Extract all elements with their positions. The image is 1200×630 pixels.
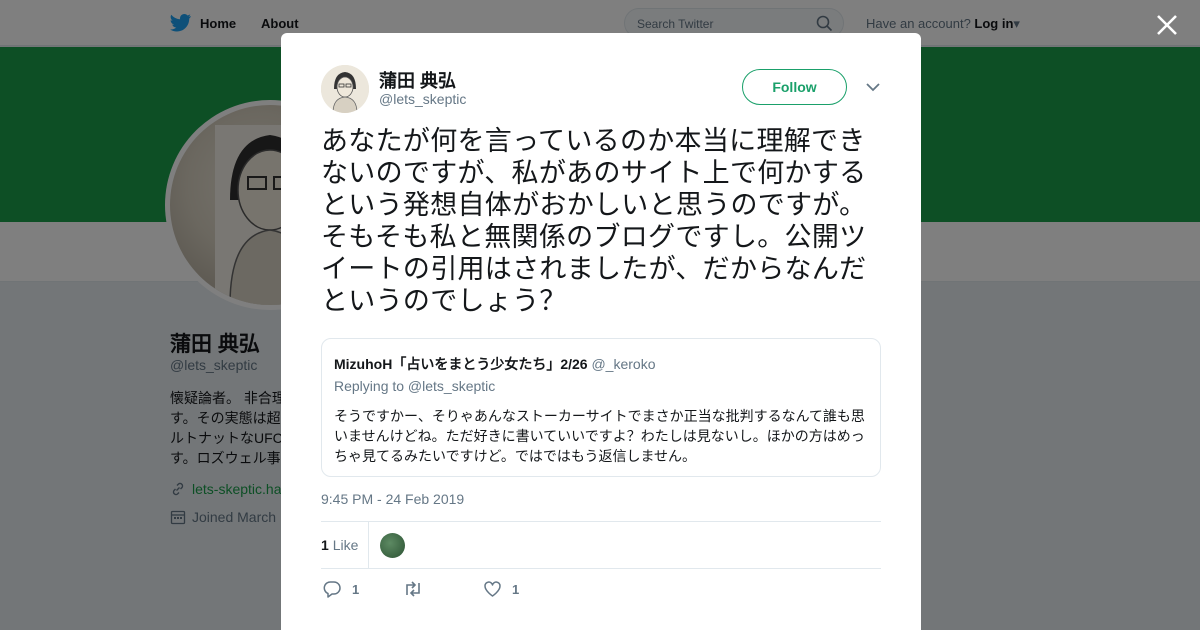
follow-button[interactable]: Follow xyxy=(742,69,847,105)
retweet-button[interactable] xyxy=(402,580,434,598)
close-icon[interactable] xyxy=(1154,12,1180,38)
reply-icon xyxy=(323,581,341,598)
quoted-author: MizuhoH「占いをまとう少女たち」2/26 @_keroko xyxy=(334,354,656,374)
tweet-timestamp[interactable]: 9:45 PM - 24 Feb 2019 xyxy=(321,491,464,507)
tweet-modal: 蒲田 典弘 @lets_skeptic Follow あなたが何を言っているのか… xyxy=(281,33,921,630)
reply-button[interactable]: 1 xyxy=(323,580,359,598)
like-stat-count: 1 xyxy=(321,537,329,553)
author-handle[interactable]: @lets_skeptic xyxy=(379,91,466,107)
author-avatar[interactable] xyxy=(321,65,369,113)
heart-icon xyxy=(484,581,501,597)
tweet-actions: 1 1 xyxy=(321,580,881,602)
quoted-author-handle: @_keroko xyxy=(591,356,656,372)
tweet-stats: 1 Like xyxy=(321,521,881,569)
like-count: 1 xyxy=(512,581,520,597)
like-stat-label: Like xyxy=(332,537,359,553)
quoted-author-name: MizuhoH「占いをまとう少女たち」2/26 xyxy=(334,356,588,372)
author-name[interactable]: 蒲田 典弘 xyxy=(379,67,456,93)
liker-avatar[interactable] xyxy=(380,533,405,558)
quoted-tweet[interactable]: MizuhoH「占いをまとう少女たち」2/26 @_keroko Replyin… xyxy=(321,338,881,477)
chevron-down-icon[interactable] xyxy=(865,81,881,93)
tweet-text: あなたが何を言っているのか本当に理解できないのですが、私があのサイト上で何かする… xyxy=(321,126,867,316)
like-stat[interactable]: 1 Like xyxy=(321,537,358,553)
like-button[interactable]: 1 xyxy=(483,580,519,598)
reply-count: 1 xyxy=(352,581,360,597)
quoted-text: そうですかー、そりゃあんなストーカーサイトでまさか正当な批判するなんて誰も思いま… xyxy=(334,408,865,464)
retweet-icon xyxy=(406,581,420,597)
stats-divider xyxy=(368,522,369,569)
quoted-replying-to: Replying to @lets_skeptic xyxy=(334,378,496,394)
